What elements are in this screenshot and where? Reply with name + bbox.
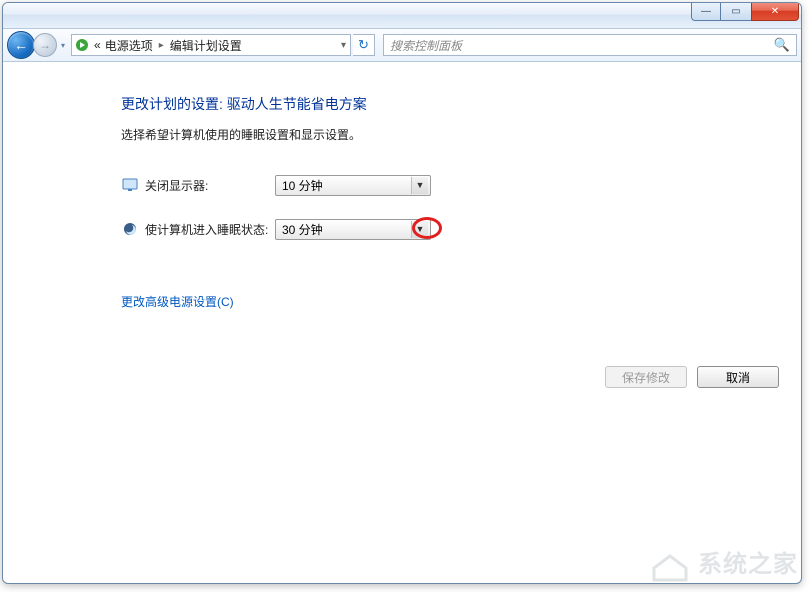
chevron-down-icon: ▼ — [411, 221, 428, 238]
display-off-dropdown[interactable]: 10 分钟 ▼ — [275, 175, 431, 196]
sleep-icon — [121, 220, 139, 238]
button-row: 保存修改 取消 — [121, 366, 801, 388]
sleep-label: 使计算机进入睡眠状态: — [145, 221, 275, 238]
search-input[interactable]: 搜索控制面板 🔍 — [383, 34, 797, 56]
close-button[interactable]: ✕ — [751, 2, 799, 21]
setting-row-display-off: 关闭显示器: 10 分钟 ▼ — [121, 173, 801, 197]
chevron-down-icon: ▾ — [61, 41, 65, 50]
maximize-button[interactable]: ▭ — [721, 2, 751, 21]
cancel-button[interactable]: 取消 — [697, 366, 779, 388]
sleep-dropdown[interactable]: 30 分钟 ▼ — [275, 219, 431, 240]
refresh-button[interactable]: ↻ — [353, 34, 375, 56]
save-button: 保存修改 — [605, 366, 687, 388]
monitor-icon — [121, 176, 139, 194]
search-icon: 🔍 — [774, 37, 790, 53]
nav-history-buttons: ← → ▾ — [7, 31, 69, 59]
titlebar: — ▭ ✕ — [3, 3, 801, 29]
breadcrumb[interactable]: « 电源选项 ▸ 编辑计划设置 ▾ — [71, 34, 351, 56]
minimize-button[interactable]: — — [691, 2, 721, 21]
navbar: ← → ▾ « 电源选项 ▸ 编辑计划设置 ▾ ↻ 搜索控制面板 🔍 — [3, 29, 801, 62]
sleep-value: 30 分钟 — [282, 221, 323, 238]
display-off-label: 关闭显示器: — [145, 177, 275, 194]
chevron-down-icon: ▼ — [411, 177, 428, 194]
display-off-value: 10 分钟 — [282, 177, 323, 194]
breadcrumb-item-power-options[interactable]: 电源选项 — [105, 37, 153, 54]
breadcrumb-item-edit-plan[interactable]: 编辑计划设置 — [170, 37, 242, 54]
breadcrumb-separator-icon: ▸ — [157, 40, 166, 51]
search-placeholder: 搜索控制面板 — [390, 37, 462, 54]
page-title: 更改计划的设置: 驱动人生节能省电方案 — [121, 94, 801, 114]
setting-row-sleep: 使计算机进入睡眠状态: 30 分钟 ▼ — [121, 217, 801, 241]
advanced-settings-link[interactable]: 更改高级电源设置(C) — [121, 293, 234, 310]
maximize-icon: ▭ — [731, 6, 740, 17]
forward-button[interactable]: → — [33, 33, 57, 57]
history-dropdown[interactable]: ▾ — [57, 35, 69, 55]
minimize-icon: — — [701, 6, 711, 17]
power-plan-icon — [74, 37, 90, 53]
forward-arrow-icon: → — [39, 38, 51, 52]
refresh-icon: ↻ — [358, 37, 369, 53]
window: — ▭ ✕ ← → ▾ « 电源选 — [2, 2, 802, 584]
content-area: 更改计划的设置: 驱动人生节能省电方案 选择希望计算机使用的睡眠设置和显示设置。… — [3, 62, 801, 583]
window-controls: — ▭ ✕ — [691, 2, 799, 21]
back-arrow-icon: ← — [14, 37, 28, 53]
close-icon: ✕ — [771, 6, 779, 17]
breadcrumb-prefix: « — [94, 38, 101, 52]
page-subtitle: 选择希望计算机使用的睡眠设置和显示设置。 — [121, 126, 801, 143]
back-button[interactable]: ← — [7, 31, 35, 59]
breadcrumb-dropdown-icon[interactable]: ▾ — [339, 40, 348, 51]
